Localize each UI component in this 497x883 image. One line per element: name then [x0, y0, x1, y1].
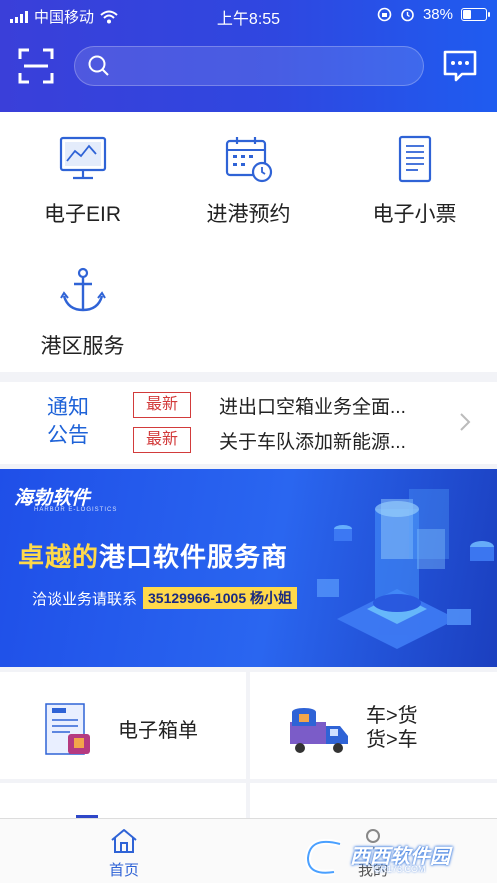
grid-item-label: 进港预约 — [206, 203, 291, 226]
banner-logo: 海勃软件 — [14, 488, 91, 509]
notice-board: 通知公告 最新 进出口空箱业务全面... 最新 关于车队添加新能源... — [0, 382, 497, 464]
alarm-icon — [401, 8, 414, 22]
new-badge: 最新 — [133, 392, 192, 418]
service-card-box-list[interactable]: 电子箱单 — [0, 672, 246, 779]
battery-percent: 38% — [422, 6, 453, 23]
service-cards: 电子箱单 车>货 货>车 — [0, 672, 497, 823]
contact-label: 洽谈业务请联系 — [32, 590, 138, 608]
service-card-label: 车>货 货>车 — [366, 704, 418, 752]
notice-text: 关于车队添加新能源... — [219, 431, 406, 453]
watermark-logo: 西西软件园 CR173.COM — [300, 836, 490, 878]
function-grid: 电子EIR 进港预约 电子小票 港区服务 — [0, 112, 497, 372]
grid-item-receipt[interactable]: 电子小票 — [332, 134, 497, 228]
document-box-icon — [45, 703, 90, 755]
banner-logo-sub: HARBOR E-LOGISTICS — [34, 507, 118, 513]
grid-item-eir[interactable]: 电子EIR — [0, 134, 165, 228]
contact-phone: 35129966-1005 杨小姐 — [143, 587, 298, 609]
watermark-swirl-icon — [304, 838, 341, 876]
home-icon — [111, 829, 137, 853]
status-bar: 中国移动 上午8:55 38% — [0, 0, 497, 30]
monitor-chart-icon — [59, 136, 106, 180]
battery-icon — [461, 8, 490, 21]
grid-item-label: 港区服务 — [40, 335, 125, 358]
receipt-icon — [398, 135, 431, 183]
service-card-partial[interactable] — [0, 783, 246, 823]
scan-icon[interactable] — [18, 48, 54, 84]
service-card-partial[interactable] — [250, 783, 497, 823]
notice-title: 通知公告 — [47, 396, 89, 447]
banner-illustration — [317, 489, 494, 649]
grid-item-label: 电子EIR — [43, 203, 121, 226]
notice-item[interactable]: 最新 关于车队添加新能源... — [133, 427, 406, 453]
chevron-right-icon[interactable] — [459, 412, 471, 432]
tab-home[interactable]: 首页 — [64, 827, 184, 880]
grid-item-port-service[interactable]: 港区服务 — [0, 266, 165, 360]
banner-title-highlight: 卓越的 — [18, 542, 100, 572]
search-icon — [88, 55, 109, 76]
service-card-label-line2: 货>车 — [366, 729, 418, 751]
new-badge: 最新 — [133, 427, 192, 453]
watermark-sub: CR173.COM — [374, 864, 426, 874]
rotation-lock-icon — [377, 7, 392, 22]
search-bar[interactable] — [74, 46, 424, 86]
notice-item[interactable]: 最新 进出口空箱业务全面... — [133, 392, 406, 418]
grid-item-appointment[interactable]: 进港预约 — [166, 134, 331, 228]
banner-contact: 洽谈业务请联系 35129966-1005 杨小姐 — [32, 587, 298, 609]
banner-title-rest: 港口软件服务商 — [99, 542, 289, 572]
anchor-icon — [59, 267, 106, 312]
tab-label: 首页 — [108, 862, 139, 879]
search-input[interactable] — [119, 57, 399, 75]
message-icon[interactable] — [442, 48, 478, 84]
calendar-clock-icon — [225, 137, 272, 183]
service-card-truck-cargo[interactable]: 车>货 货>车 — [250, 672, 497, 779]
notice-text: 进出口空箱业务全面... — [219, 396, 406, 418]
grid-item-label: 电子小票 — [372, 203, 457, 226]
truck-cargo-icon — [290, 708, 348, 753]
app-header: 中国移动 上午8:55 38% — [0, 0, 497, 112]
promo-banner[interactable]: 海勃软件 HARBOR E-LOGISTICS 卓越的港口软件服务商 洽谈业务请… — [0, 469, 497, 667]
service-card-label-line1: 车>货 — [366, 705, 418, 727]
service-card-label: 电子箱单 — [118, 720, 198, 742]
banner-title: 卓越的港口软件服务商 — [18, 537, 288, 574]
